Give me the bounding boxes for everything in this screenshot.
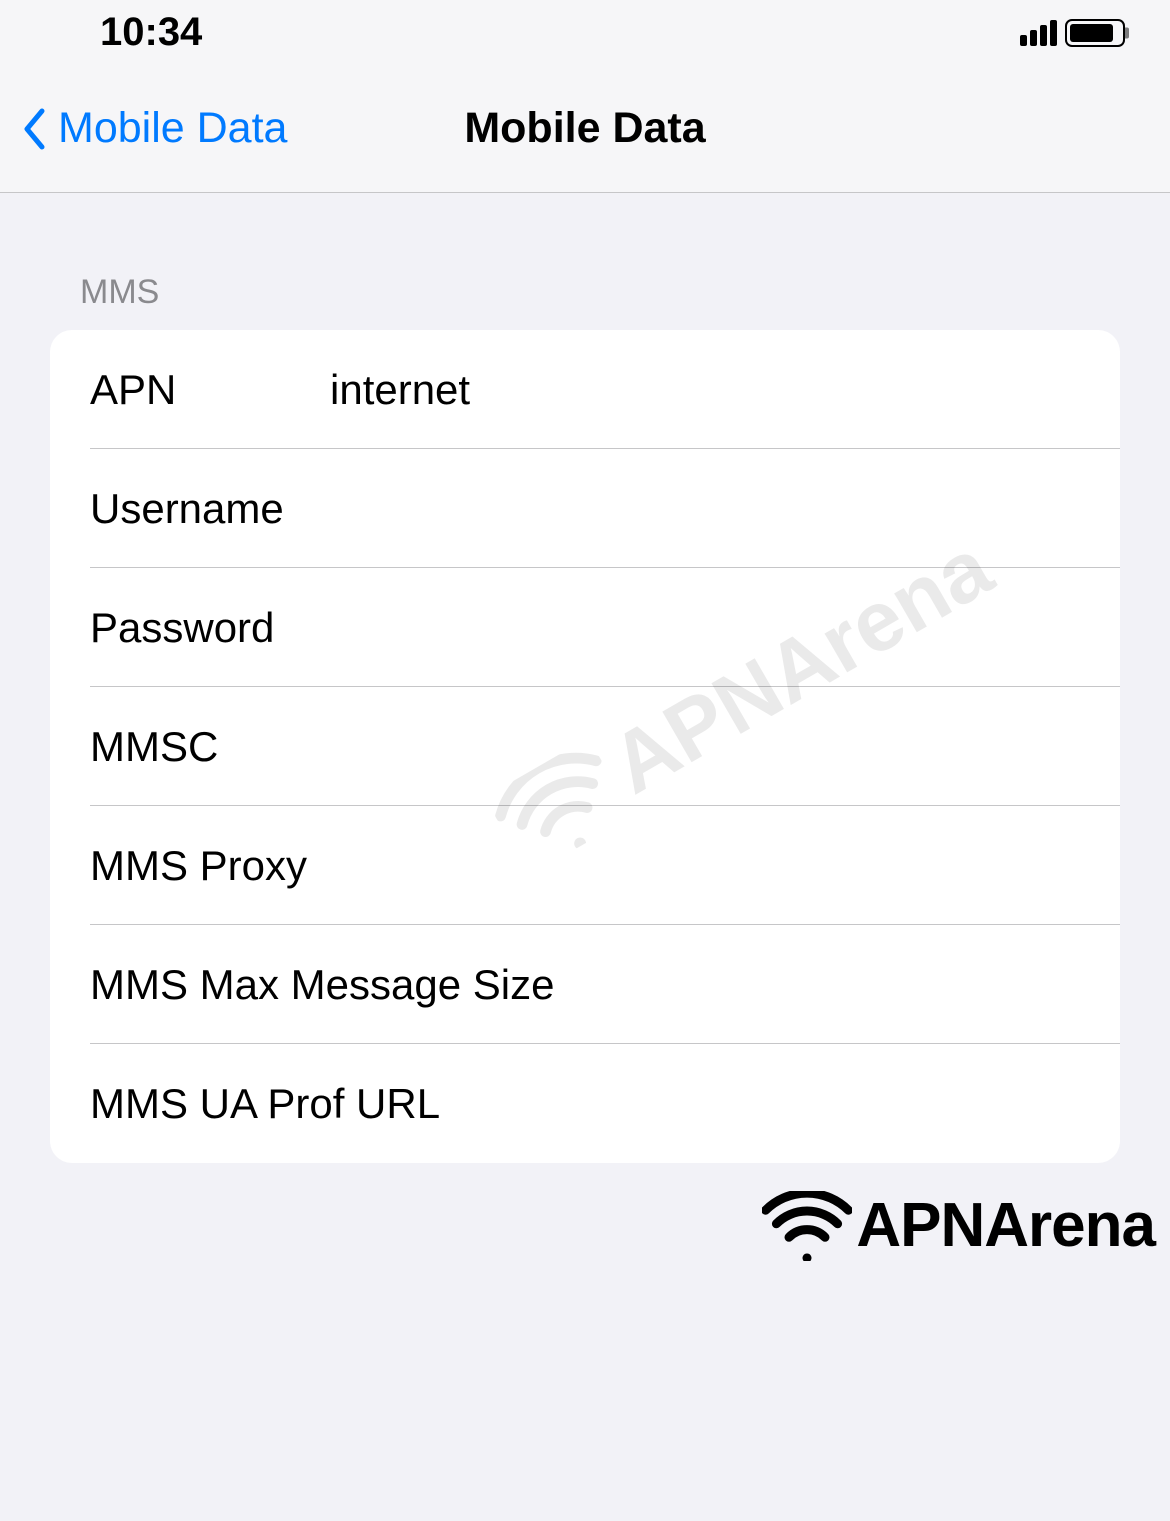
- status-bar: 10:34: [0, 0, 1170, 65]
- row-label: MMSC: [90, 723, 330, 771]
- chevron-back-icon: [22, 108, 46, 150]
- status-icons: [1020, 19, 1125, 47]
- row-label: MMS Proxy: [90, 842, 307, 890]
- section-header-mms: MMS: [50, 273, 1120, 312]
- row-mms-proxy[interactable]: MMS Proxy: [50, 806, 1120, 925]
- row-label: Username: [90, 485, 330, 533]
- mmsc-input[interactable]: [330, 723, 1120, 771]
- row-mmsc[interactable]: MMSC: [50, 687, 1120, 806]
- mms-max-size-input[interactable]: [554, 961, 1120, 1009]
- mms-ua-prof-input[interactable]: [440, 1080, 1120, 1128]
- wifi-icon: [762, 1191, 852, 1261]
- watermark-bottom: APNArena: [762, 1190, 1155, 1261]
- page-title: Mobile Data: [464, 104, 705, 153]
- battery-icon: [1065, 19, 1125, 47]
- username-input[interactable]: [330, 485, 1120, 533]
- status-time: 10:34: [100, 10, 202, 55]
- row-label: MMS Max Message Size: [90, 961, 554, 1009]
- back-label: Mobile Data: [58, 104, 287, 153]
- row-label: MMS UA Prof URL: [90, 1080, 440, 1128]
- password-input[interactable]: [330, 604, 1120, 652]
- row-password[interactable]: Password: [50, 568, 1120, 687]
- mms-proxy-input[interactable]: [307, 842, 1120, 890]
- row-apn[interactable]: APN: [50, 330, 1120, 449]
- cellular-signal-icon: [1020, 20, 1057, 46]
- row-mms-max-size[interactable]: MMS Max Message Size: [50, 925, 1120, 1044]
- watermark-text: APNArena: [856, 1190, 1155, 1261]
- nav-bar: Mobile Data Mobile Data: [0, 65, 1170, 193]
- row-label: Password: [90, 604, 330, 652]
- row-username[interactable]: Username: [50, 449, 1120, 568]
- back-button[interactable]: Mobile Data: [0, 104, 287, 153]
- settings-group-mms: APN Username Password MMSC MMS Proxy MMS…: [50, 330, 1120, 1163]
- apn-input[interactable]: [330, 366, 1120, 414]
- row-label: APN: [90, 366, 330, 414]
- content: MMS APN Username Password MMSC MMS Proxy: [0, 193, 1170, 1163]
- row-mms-ua-prof[interactable]: MMS UA Prof URL: [50, 1044, 1120, 1163]
